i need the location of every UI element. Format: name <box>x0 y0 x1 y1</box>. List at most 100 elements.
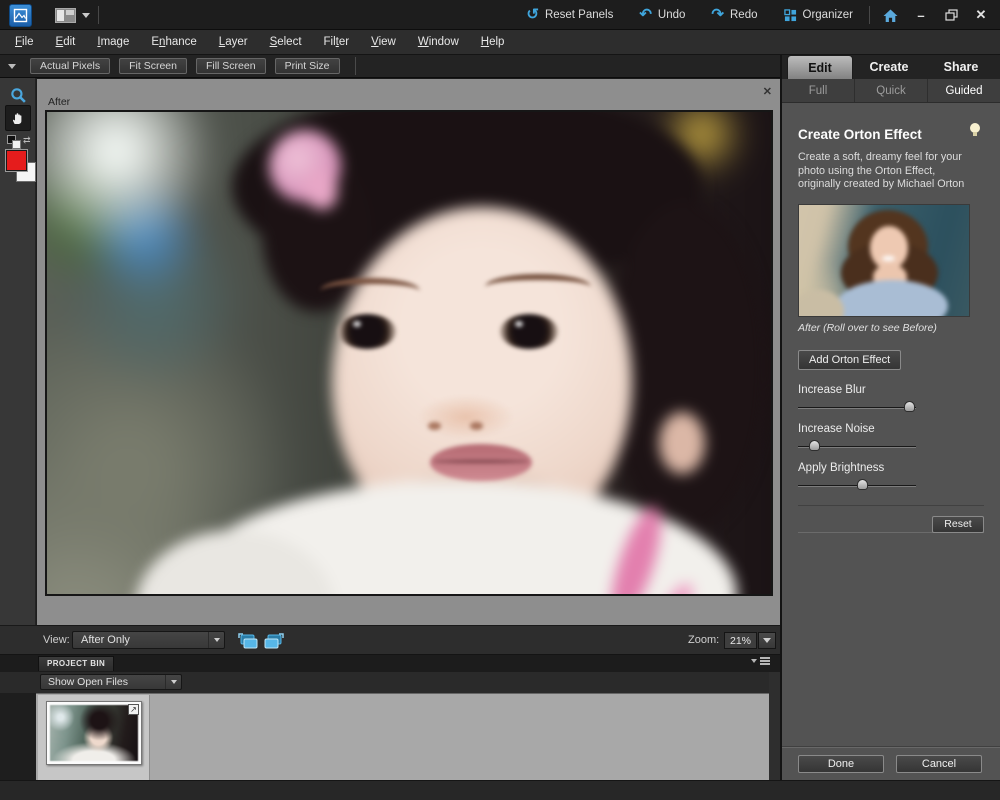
document-view-label: After <box>48 96 70 108</box>
example-preview[interactable] <box>798 204 970 317</box>
magnifier-icon <box>10 87 27 104</box>
photo-canvas[interactable] <box>45 110 773 596</box>
increase-noise-group: Increase Noise <box>798 423 984 448</box>
menu-file[interactable]: File <box>4 30 45 54</box>
show-open-files-dropdown[interactable]: Show Open Files <box>40 674 182 690</box>
layout-switch-icon[interactable] <box>55 8 76 23</box>
increase-blur-group: Increase Blur <box>798 384 984 409</box>
bin-selected-tile[interactable]: ↗ <box>38 695 150 780</box>
restore-button[interactable] <box>938 5 964 25</box>
titlebar: ↺ Reset Panels ↶ Undo ↷ Redo Organizer <box>0 0 1000 30</box>
organizer-grid-icon <box>784 9 797 22</box>
apply-brightness-group: Apply Brightness <box>798 462 984 487</box>
window-bottom-strip <box>0 780 1000 800</box>
subtab-quick[interactable]: Quick <box>854 79 927 102</box>
redo-icon: ↷ <box>711 9 724 21</box>
view-mode-dropdown[interactable]: After Only <box>72 631 225 649</box>
app-logo-icon[interactable] <box>9 4 32 27</box>
rotate-left-button[interactable] <box>236 631 260 651</box>
tab-edit[interactable]: Edit <box>787 55 853 79</box>
project-bin-header: PROJECT BIN <box>0 655 782 672</box>
close-button[interactable]: ✕ <box>968 5 994 25</box>
zoom-label: Zoom: <box>688 634 719 646</box>
options-bar: Actual Pixels Fit Screen Fill Screen Pri… <box>0 55 782 78</box>
subtab-guided[interactable]: Guided <box>927 79 1000 102</box>
menu-filter[interactable]: Filter <box>313 30 361 54</box>
zoom-value-field[interactable]: 21% <box>724 632 757 649</box>
menu-view[interactable]: View <box>360 30 407 54</box>
home-button[interactable] <box>876 4 905 27</box>
minimize-button[interactable]: – <box>908 5 934 25</box>
slider-thumb[interactable] <box>904 401 915 412</box>
example-caption: After (Roll over to see Before) <box>798 322 984 334</box>
menu-edit[interactable]: Edit <box>45 30 87 54</box>
actual-pixels-button[interactable]: Actual Pixels <box>30 58 110 74</box>
restore-icon <box>945 9 958 21</box>
zoom-dropdown-button[interactable] <box>758 632 776 649</box>
dropdown-caret-icon[interactable] <box>165 675 181 689</box>
foreground-color-swatch[interactable] <box>6 150 27 171</box>
project-bin-content: ↗ <box>36 693 769 780</box>
apply-brightness-slider[interactable] <box>798 485 916 487</box>
undo-button[interactable]: ↶ Undo <box>629 5 695 25</box>
panel-title: Create Orton Effect <box>798 127 984 142</box>
bin-filter-row: Show Open Files <box>0 672 782 693</box>
separator <box>355 57 356 75</box>
increase-noise-label: Increase Noise <box>798 423 984 435</box>
increase-noise-slider[interactable] <box>798 446 916 448</box>
bin-panel-menu-icon[interactable] <box>751 659 770 663</box>
tool-strip: ⇄ <box>0 78 36 625</box>
bin-thumbnail[interactable]: ↗ <box>46 701 142 765</box>
apply-brightness-label: Apply Brightness <box>798 462 984 474</box>
panel-description: Create a soft, dreamy feel for your phot… <box>798 151 974 192</box>
menu-enhance[interactable]: Enhance <box>140 30 207 54</box>
open-document-badge-icon: ↗ <box>128 704 139 715</box>
reset-panels-button[interactable]: ↺ Reset Panels <box>516 5 623 25</box>
dropdown-caret-icon[interactable] <box>208 632 224 648</box>
subtab-full[interactable]: Full <box>782 79 854 102</box>
menu-layer[interactable]: Layer <box>208 30 259 54</box>
document-close-icon[interactable]: ✕ <box>763 85 772 98</box>
fill-screen-button[interactable]: Fill Screen <box>196 58 266 74</box>
panel-tabs: Edit Create Share <box>782 55 1000 79</box>
edit-mode-subtabs: Full Quick Guided <box>782 79 1000 103</box>
add-orton-effect-button[interactable]: Add Orton Effect <box>798 350 901 370</box>
lightbulb-icon <box>970 123 980 133</box>
undo-icon: ↶ <box>639 9 652 21</box>
document-window: After ✕ <box>37 78 780 625</box>
panel-action-bar: Done Cancel <box>782 746 1000 780</box>
reset-button[interactable]: Reset <box>932 516 984 533</box>
menu-help[interactable]: Help <box>470 30 516 54</box>
reset-row: Reset <box>798 505 984 533</box>
default-colors-icon[interactable] <box>7 135 19 147</box>
task-panel: Edit Create Share Full Quick Guided Crea… <box>782 55 1000 780</box>
cancel-button[interactable]: Cancel <box>896 755 982 773</box>
separator <box>98 6 99 24</box>
layout-caret-icon[interactable] <box>82 13 90 18</box>
rotate-right-button[interactable] <box>262 631 286 651</box>
swap-colors-icon[interactable]: ⇄ <box>23 135 31 146</box>
increase-blur-slider[interactable] <box>798 407 916 409</box>
menu-window[interactable]: Window <box>407 30 470 54</box>
photo-face-details <box>45 110 773 596</box>
reset-panels-icon: ↺ <box>526 9 539 21</box>
slider-thumb[interactable] <box>809 440 820 451</box>
fit-screen-button[interactable]: Fit Screen <box>119 58 187 74</box>
project-bin-tab[interactable]: PROJECT BIN <box>38 656 114 671</box>
options-caret-icon[interactable] <box>8 64 16 69</box>
increase-blur-label: Increase Blur <box>798 384 984 396</box>
slider-thumb[interactable] <box>857 479 868 490</box>
view-label: View: <box>43 634 70 646</box>
separator <box>869 6 870 24</box>
tab-share[interactable]: Share <box>925 55 997 79</box>
organizer-button[interactable]: Organizer <box>774 5 864 26</box>
example-figure <box>798 204 970 317</box>
hand-tool-button[interactable] <box>5 105 31 131</box>
menu-select[interactable]: Select <box>259 30 313 54</box>
tab-create[interactable]: Create <box>856 55 922 79</box>
done-button[interactable]: Done <box>798 755 884 773</box>
menubar: File Edit Image Enhance Layer Select Fil… <box>0 30 1000 55</box>
menu-image[interactable]: Image <box>86 30 140 54</box>
redo-button[interactable]: ↷ Redo <box>701 5 767 25</box>
print-size-button[interactable]: Print Size <box>275 58 340 74</box>
